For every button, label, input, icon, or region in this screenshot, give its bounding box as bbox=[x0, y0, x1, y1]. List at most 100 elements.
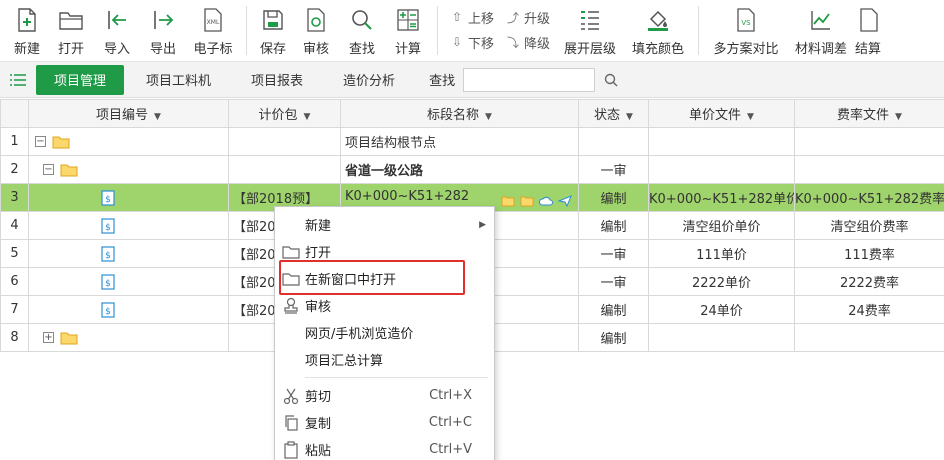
rate-file-cell[interactable]: 24费率 bbox=[794, 295, 944, 324]
expand-level-button[interactable]: 展开层级 bbox=[556, 0, 624, 62]
header-pricing-package[interactable]: 计价包 ▼ bbox=[228, 99, 341, 128]
status-cell[interactable]: 编制 bbox=[578, 295, 649, 324]
section-name-cell[interactable]: 项目结构根节点 bbox=[340, 127, 579, 156]
open-button[interactable]: 打开 bbox=[48, 0, 94, 62]
header-rate-file[interactable]: 费率文件 ▼ bbox=[794, 99, 944, 128]
section-name-cell[interactable]: 省道一级公路 bbox=[340, 155, 579, 184]
header-project-code[interactable]: 项目编号 ▼ bbox=[28, 99, 229, 128]
project-code-cell[interactable]: − bbox=[28, 155, 229, 184]
unit-price-file-cell[interactable]: 清空组价单价 bbox=[648, 211, 795, 240]
menu-item-open-new-window[interactable]: 在新窗口中打开 bbox=[275, 265, 494, 292]
move-group: ⇧ 上移 ⇩ 下移 bbox=[444, 0, 500, 62]
rate-file-cell[interactable]: 2222费率 bbox=[794, 267, 944, 296]
search-button[interactable] bbox=[599, 68, 623, 92]
rate-file-cell[interactable]: 111费率 bbox=[794, 239, 944, 268]
collapse-icon[interactable]: − bbox=[43, 164, 54, 175]
new-label: 新建 bbox=[13, 42, 40, 57]
status-cell[interactable]: 一审 bbox=[578, 267, 649, 296]
project-code-cell[interactable]: $ bbox=[28, 239, 229, 268]
project-code-cell[interactable]: $ bbox=[28, 183, 229, 212]
menu-item-new[interactable]: 新建 ▶ bbox=[275, 211, 494, 238]
status-cell[interactable]: 编制 bbox=[578, 323, 649, 352]
folder-lock-icon[interactable] bbox=[501, 195, 515, 207]
compare-button[interactable]: VS 多方案对比 bbox=[705, 0, 787, 62]
calculate-button[interactable]: 计算 bbox=[385, 0, 431, 62]
tab-cost-analysis[interactable]: 造价分析 bbox=[325, 65, 413, 95]
unit-price-file-cell[interactable] bbox=[648, 155, 795, 184]
expand-icon[interactable]: + bbox=[43, 332, 54, 343]
unit-price-file-cell[interactable]: 24单价 bbox=[648, 295, 795, 324]
import-button[interactable]: 导入 bbox=[94, 0, 140, 62]
sort-dropdown-icon[interactable]: ▼ bbox=[154, 112, 161, 122]
menu-item-summary-calc[interactable]: 项目汇总计算 bbox=[275, 346, 494, 373]
material-adjust-button[interactable]: 材料调差 bbox=[787, 0, 855, 62]
search-icon bbox=[604, 73, 618, 86]
move-up-button[interactable]: ⇧ 上移 bbox=[450, 7, 494, 27]
fill-color-button[interactable]: 填充颜色 bbox=[624, 0, 692, 62]
status-cell[interactable]: 一审 bbox=[578, 239, 649, 268]
menu-item-web-browse[interactable]: 网页/手机浏览造价 bbox=[275, 319, 494, 346]
status-cell[interactable]: 编制 bbox=[578, 183, 649, 212]
menu-item-copy[interactable]: 复制 Ctrl+C bbox=[275, 409, 494, 436]
status-cell[interactable]: 一审 bbox=[578, 155, 649, 184]
new-button[interactable]: 新建 bbox=[6, 0, 48, 62]
tab-project-reports[interactable]: 项目报表 bbox=[233, 65, 321, 95]
settle-button[interactable]: 结算 bbox=[855, 0, 885, 62]
project-code-cell[interactable]: − bbox=[28, 127, 229, 156]
sort-dropdown-icon[interactable]: ▼ bbox=[485, 112, 492, 122]
sort-dropdown-icon[interactable]: ▼ bbox=[747, 112, 754, 122]
document-icon: $ bbox=[101, 245, 115, 262]
project-code-cell[interactable]: $ bbox=[28, 211, 229, 240]
upgrade-button[interactable]: ⤴ 升级 bbox=[506, 7, 550, 27]
rate-file-cell[interactable] bbox=[794, 155, 944, 184]
table-row[interactable]: 2 − 省道一级公路 一审 bbox=[0, 155, 944, 184]
scissors-icon bbox=[281, 386, 301, 406]
pricing-package-cell[interactable] bbox=[228, 127, 341, 156]
tab-project-management[interactable]: 项目管理 bbox=[36, 64, 125, 95]
project-code-cell[interactable]: $ bbox=[28, 295, 229, 324]
header-status[interactable]: 状态 ▼ bbox=[578, 99, 649, 128]
audit-button[interactable]: 审核 bbox=[293, 0, 339, 62]
unit-price-file-cell[interactable] bbox=[648, 323, 795, 352]
unit-price-file-cell[interactable]: 111单价 bbox=[648, 239, 795, 268]
send-icon[interactable] bbox=[558, 194, 572, 207]
collapse-icon[interactable]: − bbox=[35, 136, 46, 147]
move-down-button[interactable]: ⇩ 下移 bbox=[450, 32, 494, 52]
header-unit-price-file[interactable]: 单价文件 ▼ bbox=[648, 99, 795, 128]
sort-dropdown-icon[interactable]: ▼ bbox=[626, 112, 633, 122]
table-row[interactable]: 1 − 项目结构根节点 bbox=[0, 127, 944, 156]
folder-icon bbox=[281, 242, 301, 262]
tab-bar: 项目管理 项目工料机 项目报表 造价分析 查找 bbox=[0, 62, 944, 98]
unit-price-file-cell[interactable]: K0+000~K51+282单价 bbox=[648, 183, 795, 212]
search-input[interactable] bbox=[463, 67, 596, 92]
status-cell[interactable]: 编制 bbox=[578, 211, 649, 240]
menu-item-paste[interactable]: 粘贴 Ctrl+V bbox=[275, 436, 494, 460]
rate-file-cell[interactable]: 清空组价费率 bbox=[794, 211, 944, 240]
xml-icon: XML bbox=[199, 6, 227, 34]
rate-file-cell[interactable] bbox=[794, 127, 944, 156]
tab-project-materials[interactable]: 项目工料机 bbox=[128, 65, 229, 95]
list-menu-icon[interactable] bbox=[0, 62, 36, 98]
sort-dropdown-icon[interactable]: ▼ bbox=[304, 112, 311, 122]
export-button[interactable]: 导出 bbox=[140, 0, 186, 62]
rate-file-cell[interactable]: K0+000~K51+282费率 bbox=[794, 183, 944, 212]
unit-price-file-cell[interactable]: 2222单价 bbox=[648, 267, 795, 296]
rate-file-cell[interactable] bbox=[794, 323, 944, 352]
electronic-bid-button[interactable]: XML 电子标 bbox=[186, 0, 240, 62]
header-row: 项目编号 ▼ 计价包 ▼ 标段名称 ▼ 状态 ▼ 单价文件 ▼ 费率文件 ▼ bbox=[0, 99, 944, 128]
folder-open-icon[interactable] bbox=[520, 195, 534, 207]
menu-item-audit[interactable]: 审核 bbox=[275, 292, 494, 319]
project-code-cell[interactable]: + bbox=[28, 323, 229, 352]
menu-item-open[interactable]: 打开 bbox=[275, 238, 494, 265]
project-code-cell[interactable]: $ bbox=[28, 267, 229, 296]
find-button[interactable]: 查找 bbox=[339, 0, 385, 62]
unit-price-file-cell[interactable] bbox=[648, 127, 795, 156]
pricing-package-cell[interactable] bbox=[228, 155, 341, 184]
header-section-name[interactable]: 标段名称 ▼ bbox=[340, 99, 579, 128]
sort-dropdown-icon[interactable]: ▼ bbox=[895, 112, 902, 122]
downgrade-button[interactable]: ⤵ 降级 bbox=[506, 32, 550, 52]
save-button[interactable]: 保存 bbox=[253, 0, 293, 62]
cloud-upload-icon[interactable] bbox=[539, 195, 553, 207]
status-cell[interactable] bbox=[578, 127, 649, 156]
menu-item-cut[interactable]: 剪切 Ctrl+X bbox=[275, 382, 494, 409]
